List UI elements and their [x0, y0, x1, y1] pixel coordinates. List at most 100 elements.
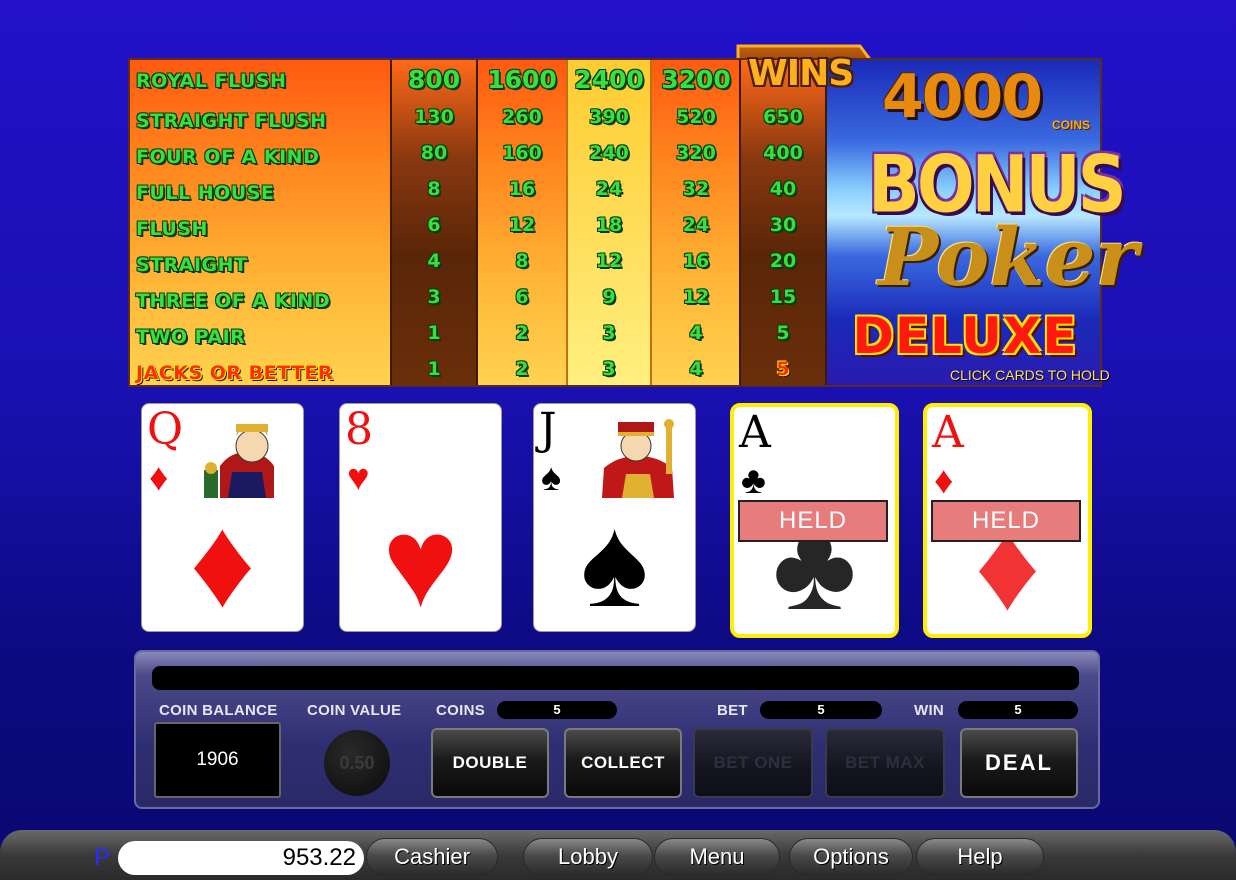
- pay-cell: 2: [515, 322, 529, 344]
- lobby-button[interactable]: Lobby: [523, 838, 653, 876]
- card-2[interactable]: 8 ♥ ♥: [339, 403, 502, 632]
- pay-cell: 4: [689, 322, 703, 344]
- queen-face-icon: [200, 416, 294, 498]
- spade-large-icon: ♠: [580, 491, 649, 632]
- pay-cell: 24: [595, 178, 623, 200]
- pay-cell: 320: [676, 142, 716, 164]
- pay-cell: 30: [769, 214, 797, 236]
- pay-cell: 1600: [487, 65, 557, 94]
- pay-cell: 80: [420, 142, 448, 164]
- bet-display: 5: [760, 701, 882, 719]
- logo-poker-text: Poker: [878, 210, 1138, 304]
- pay-cell: 20: [769, 250, 797, 272]
- message-bar: [152, 666, 1079, 690]
- menu-button[interactable]: Menu: [654, 838, 780, 876]
- hand-four-of-a-kind: FOUR OF A KIND: [136, 146, 320, 168]
- card-5[interactable]: A ♦ HELD ♦: [923, 403, 1092, 638]
- pay-cell: 4: [427, 250, 441, 272]
- wins-label: WINS: [748, 52, 854, 94]
- pay-cell: 160: [502, 142, 542, 164]
- pay-cell: 8: [427, 178, 441, 200]
- coins-display: 5: [497, 701, 617, 719]
- pay-column-2: 1600 260 160 16 12 8 6 2 2: [480, 60, 564, 385]
- pay-cell: 400: [763, 142, 803, 164]
- pay-cell: 12: [508, 214, 536, 236]
- pay-cell: 5: [776, 322, 790, 344]
- club-icon: ♣: [741, 460, 766, 502]
- bet-max-button[interactable]: BET MAX: [825, 728, 945, 798]
- pay-cell: 40: [769, 178, 797, 200]
- cash-balance-field: 953.22: [118, 841, 364, 875]
- heart-icon: ♥: [347, 457, 370, 499]
- pay-cell: 2400: [574, 65, 644, 94]
- bottom-bar: P 953.22 Cashier Lobby Menu Options Help: [0, 830, 1236, 880]
- card-rank: J: [539, 404, 557, 455]
- pay-cell: 240: [589, 142, 629, 164]
- card-4[interactable]: A ♣ HELD ♣: [730, 403, 899, 638]
- wins-tag: WINS: [736, 44, 882, 102]
- card-rank: Q: [147, 404, 184, 455]
- pay-cell: 3: [602, 358, 616, 380]
- pay-cell: 3200: [661, 65, 731, 94]
- pay-cell: 4: [689, 358, 703, 380]
- pay-column-4: 3200 520 320 32 24 16 12 4 4: [654, 60, 738, 385]
- pay-cell: 520: [676, 106, 716, 128]
- pay-cell: 6: [515, 286, 529, 308]
- pay-cell: 3: [602, 322, 616, 344]
- hand-royal-flush: ROYAL FLUSH: [136, 70, 287, 92]
- coin-value-chip[interactable]: 0.50: [324, 730, 390, 796]
- bet-label: BET: [717, 702, 748, 719]
- pay-cell: 16: [682, 250, 710, 272]
- options-button[interactable]: Options: [789, 838, 913, 876]
- card-1[interactable]: Q ♦ ♦: [141, 403, 304, 632]
- coins-caption: COINS: [1052, 118, 1091, 132]
- pay-cell: 32: [682, 178, 710, 200]
- hand-flush: FLUSH: [136, 218, 208, 240]
- pay-cell: 6: [427, 214, 441, 236]
- hand-three-of-a-kind: THREE OF A KIND: [136, 290, 331, 312]
- paytable: ROYAL FLUSH STRAIGHT FLUSH FOUR OF A KIN…: [128, 44, 1138, 387]
- help-button[interactable]: Help: [916, 838, 1044, 876]
- double-button[interactable]: DOUBLE: [431, 728, 549, 798]
- control-panel: COIN BALANCE 1906 COIN VALUE 0.50 COINS …: [134, 650, 1100, 809]
- card-rank: 8: [345, 404, 373, 455]
- hand-straight-flush: STRAIGHT FLUSH: [136, 110, 327, 132]
- pay-column-3: 2400 390 240 24 18 12 9 3 3: [566, 60, 652, 385]
- cashier-button[interactable]: Cashier: [366, 838, 498, 876]
- pay-cell: 650: [763, 106, 803, 128]
- pay-cell: 16: [508, 178, 536, 200]
- pay-cell: 12: [682, 286, 710, 308]
- coins-label: COINS: [436, 702, 486, 719]
- card-3[interactable]: J ♠ ♠: [533, 403, 696, 632]
- pay-cell: 9: [602, 286, 616, 308]
- win-label: WIN: [914, 702, 945, 719]
- deal-button[interactable]: DEAL: [960, 728, 1078, 798]
- hold-hint: CLICK CARDS TO HOLD: [950, 367, 1110, 383]
- pay-cell: 24: [682, 214, 710, 236]
- pay-cell: 800: [407, 65, 461, 94]
- pay-cell: 12: [595, 250, 623, 272]
- held-banner: HELD: [931, 500, 1081, 542]
- pay-cell: 15: [769, 286, 797, 308]
- hand-full-house: FULL HOUSE: [136, 182, 275, 204]
- coin-balance-label: COIN BALANCE: [159, 702, 278, 719]
- collect-button[interactable]: COLLECT: [564, 728, 682, 798]
- card-rank: A: [932, 407, 964, 458]
- logo-deluxe-text: DELUXE: [852, 307, 1078, 365]
- coin-balance-display: 1906: [154, 722, 281, 798]
- held-banner: HELD: [738, 500, 888, 542]
- pay-cell: 390: [589, 106, 629, 128]
- diamond-large-icon: ♦: [189, 491, 256, 632]
- hand-straight: STRAIGHT: [136, 254, 248, 276]
- coin-value-label: COIN VALUE: [307, 702, 402, 719]
- pay-cell: 8: [515, 250, 529, 272]
- bet-one-button[interactable]: BET ONE: [693, 728, 813, 798]
- win-display: 5: [958, 701, 1078, 719]
- card-rank: A: [739, 407, 771, 458]
- pay-cell: 18: [595, 214, 623, 236]
- pay-cell: 3: [427, 286, 441, 308]
- diamond-icon: ♦: [149, 457, 169, 499]
- pay-cell: 260: [502, 106, 542, 128]
- pay-column-1: 800 130 80 8 6 4 3 1 1: [390, 60, 478, 385]
- heart-large-icon: ♥: [382, 491, 459, 632]
